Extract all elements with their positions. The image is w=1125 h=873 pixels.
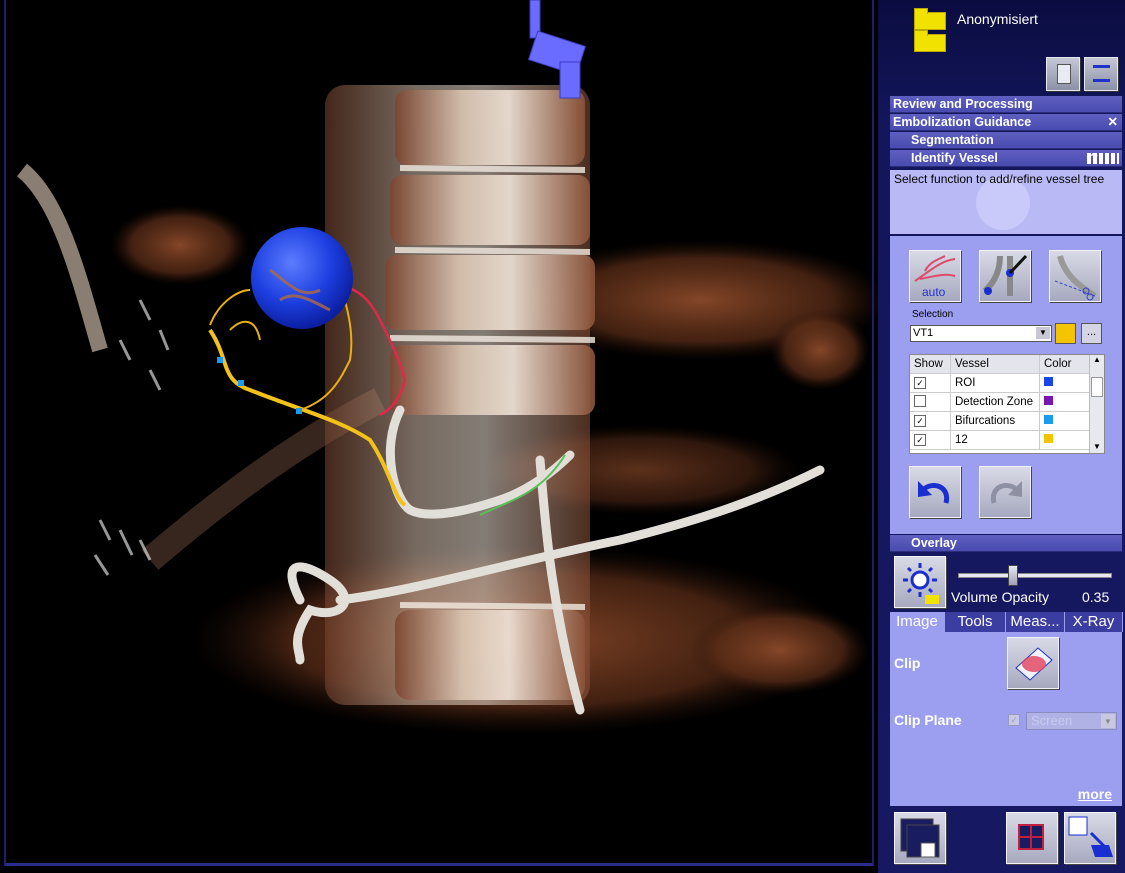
patient-folder-label[interactable]: Anonymisiert xyxy=(957,11,1038,27)
vessel-name[interactable]: 12 xyxy=(950,430,1040,450)
auto-segment-button[interactable]: auto xyxy=(909,250,961,302)
folder-icon[interactable] xyxy=(914,8,946,30)
brightness-button[interactable] xyxy=(894,556,946,608)
identify-vessel-body: auto Selection VT1 ▼ ... Show Vessel Col… xyxy=(890,236,1122,534)
section-identify-vessel[interactable]: Identify Vessel ? xyxy=(890,150,1122,167)
volume-opacity-slider[interactable] xyxy=(958,565,1112,586)
document-icon xyxy=(1057,64,1071,84)
chevron-down-icon[interactable]: ▼ xyxy=(1101,714,1115,728)
undo-icon xyxy=(918,481,950,504)
selection-more-button[interactable]: ... xyxy=(1081,323,1102,344)
tab-tools[interactable]: Tools xyxy=(945,612,1006,632)
section-overlay-label: Overlay xyxy=(911,536,957,550)
vessel-name[interactable]: Bifurcations xyxy=(950,411,1040,431)
vessel-name[interactable]: Detection Zone xyxy=(950,392,1040,412)
document-button[interactable] xyxy=(1046,57,1080,91)
image-tab-panel: Clip Clip Plane ✓ Screen ▼ more xyxy=(890,632,1122,806)
show-checkbox[interactable]: ✓ xyxy=(914,415,926,427)
redo-icon xyxy=(990,481,1022,504)
vessel-color-swatch[interactable] xyxy=(1044,415,1053,424)
cut-vessel-button[interactable] xyxy=(1049,250,1101,302)
sort-button[interactable] xyxy=(1084,57,1118,91)
chevron-down-icon[interactable]: ▼ xyxy=(1036,327,1050,339)
section-review[interactable]: Review and Processing xyxy=(890,96,1122,113)
show-checkbox[interactable]: ✓ xyxy=(914,377,926,389)
grid-layout-button[interactable] xyxy=(1006,812,1058,864)
vessel-table: Show Vessel Color ✓ ROI Detection Zone ✓ B… xyxy=(909,354,1105,454)
brightness-icon xyxy=(903,563,939,604)
more-link[interactable]: more xyxy=(1078,786,1112,802)
add-vessel-icon xyxy=(982,254,1028,296)
clip-plane-dropdown[interactable]: Screen ▼ xyxy=(1026,712,1117,730)
column-header-color[interactable]: Color xyxy=(1039,355,1090,374)
tab-measure[interactable]: Meas... xyxy=(1006,612,1065,632)
folder-icon[interactable] xyxy=(914,30,946,52)
show-checkbox[interactable] xyxy=(914,394,926,407)
section-embolization[interactable]: Embolization Guidance ✕ xyxy=(890,114,1122,131)
section-identify-label: Identify Vessel xyxy=(911,151,998,165)
export-button[interactable] xyxy=(1064,812,1116,864)
grid-layout-icon xyxy=(1018,824,1044,850)
table-row: Detection Zone xyxy=(910,392,1090,412)
table-row: ✓ ROI xyxy=(910,373,1090,393)
vessel-color-swatch[interactable] xyxy=(1044,396,1053,405)
column-header-vessel[interactable]: Vessel xyxy=(950,355,1040,374)
undo-button[interactable] xyxy=(909,466,961,518)
selection-dropdown[interactable]: VT1 ▼ xyxy=(910,325,1052,342)
layout-icon xyxy=(900,818,940,858)
scroll-thumb[interactable] xyxy=(1091,377,1103,397)
vessel-name[interactable]: ROI xyxy=(950,373,1040,393)
tab-image[interactable]: Image xyxy=(890,612,945,632)
vessel-color-swatch[interactable] xyxy=(1044,434,1053,443)
volume-opacity-label: Volume Opacity xyxy=(951,589,1050,605)
selection-value: VT1 xyxy=(913,327,934,339)
tab-xray[interactable]: X-Ray xyxy=(1065,612,1123,632)
volume-render-viewport[interactable] xyxy=(0,0,878,873)
scroll-up-icon[interactable]: ▲ xyxy=(1090,355,1104,364)
scroll-down-icon[interactable]: ▼ xyxy=(1090,442,1104,451)
layout-button[interactable] xyxy=(894,812,946,864)
info-text: Select function to add/refine vessel tre… xyxy=(894,172,1105,186)
viewport-frame xyxy=(4,0,874,866)
sort-icon xyxy=(1093,65,1110,82)
selection-label: Selection xyxy=(912,309,954,320)
clip-plane-label: Clip Plane xyxy=(894,712,962,728)
table-row: ✓ 12 xyxy=(910,430,1090,450)
clip-icon xyxy=(1015,647,1053,681)
section-review-label: Review and Processing xyxy=(893,97,1033,111)
selection-color-swatch[interactable] xyxy=(1055,323,1076,344)
info-box: Select function to add/refine vessel tre… xyxy=(890,170,1122,234)
table-scrollbar[interactable]: ▲ ▼ xyxy=(1089,355,1104,453)
section-segmentation-label: Segmentation xyxy=(911,133,994,147)
table-header: Show Vessel Color xyxy=(910,355,1090,374)
clip-plane-checkbox[interactable]: ✓ xyxy=(1008,714,1020,726)
scissors-icon xyxy=(1054,255,1097,301)
redo-button[interactable] xyxy=(979,466,1031,518)
section-segmentation[interactable]: Segmentation xyxy=(890,132,1122,149)
clip-label: Clip xyxy=(894,655,921,671)
control-panel: Anonymisiert Review and Processing Embol… xyxy=(878,0,1125,873)
vessel-color-swatch[interactable] xyxy=(1044,377,1053,386)
grid-icon[interactable] xyxy=(1087,153,1119,164)
clip-button[interactable] xyxy=(1007,637,1059,689)
column-header-show[interactable]: Show xyxy=(910,355,951,374)
add-vessel-button[interactable] xyxy=(979,250,1031,302)
clip-plane-value: Screen xyxy=(1031,713,1073,728)
section-overlay[interactable]: Overlay xyxy=(890,535,1122,552)
export-folder-icon xyxy=(1068,816,1113,857)
table-row: ✓ Bifurcations xyxy=(910,411,1090,431)
slider-thumb[interactable] xyxy=(1008,565,1019,586)
close-icon[interactable]: ✕ xyxy=(1105,114,1118,131)
section-embolization-label: Embolization Guidance xyxy=(893,115,1032,129)
auto-label: auto xyxy=(922,285,946,299)
show-checkbox[interactable]: ✓ xyxy=(914,434,926,446)
volume-opacity-value: 0.35 xyxy=(1082,589,1110,605)
